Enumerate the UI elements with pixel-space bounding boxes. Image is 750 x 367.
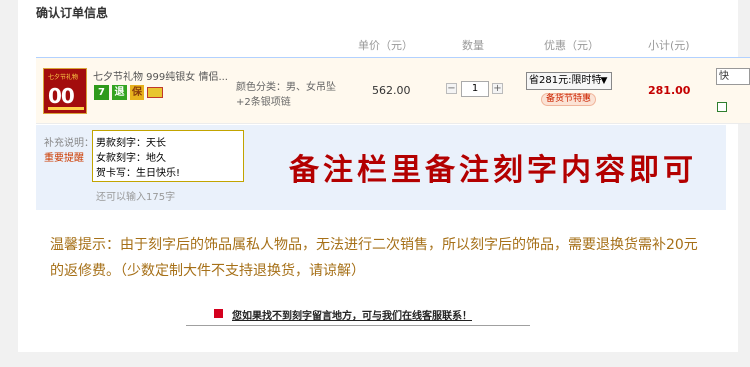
memo-line: 男款刻字：天长 bbox=[96, 138, 166, 149]
subtotal-value: 281.00 bbox=[648, 84, 691, 97]
order-item-row: 七夕节礼物 00 七夕节礼物 999纯银女 情侣... 7 退 保 颜色分类：男… bbox=[36, 58, 750, 124]
product-title-link[interactable]: 七夕节礼物 999纯银女 情侣... bbox=[93, 68, 233, 83]
spec-color: 颜色分类：男、女吊坠 bbox=[236, 82, 336, 93]
unit-price: 562.00 bbox=[372, 84, 411, 97]
memo-char-count: 还可以输入175字 bbox=[96, 192, 176, 203]
col-discount: 优惠（元） bbox=[544, 39, 599, 52]
seven-day-return-icon[interactable]: 7 bbox=[94, 85, 109, 100]
quantity-input[interactable]: 1 bbox=[461, 81, 489, 97]
option-checkbox[interactable] bbox=[717, 102, 727, 112]
warm-tip: 温馨提示：由于刻字后的饰品属私人物品，无法进行二次销售，所以刻字后的饰品，需要退… bbox=[50, 237, 698, 279]
col-quantity: 数量 bbox=[462, 39, 484, 52]
memo-important-hint[interactable]: 重要提醒 bbox=[44, 149, 84, 164]
thumb-stripe bbox=[48, 107, 84, 110]
col-unit-price: 单价（元） bbox=[358, 39, 413, 52]
quantity-plus-button[interactable]: + bbox=[492, 83, 503, 94]
contact-notice: 您如果找不到刻字留言地方，可与我们在线客服联系！ bbox=[186, 304, 530, 326]
product-thumbnail[interactable]: 七夕节礼物 00 bbox=[43, 68, 87, 114]
discount-select[interactable]: 省281元:限时特 ▼ bbox=[526, 72, 612, 90]
shipping-select[interactable]: 快 bbox=[716, 68, 750, 85]
discount-selected-value: 省281元:限时特 bbox=[529, 75, 602, 86]
coupon-icon[interactable] bbox=[147, 87, 163, 98]
memo-textarea[interactable]: 男款刻字：天长 女款刻字：地久 贺卡写：生日快乐! bbox=[92, 130, 244, 182]
order-confirm-page: 确认订单信息 单价（元） 数量 优惠（元） 小计(元) 七夕节礼物 00 七夕节… bbox=[0, 0, 750, 367]
spec-extra: +2条银项链 bbox=[236, 97, 291, 108]
thumb-text-main: 00 bbox=[48, 84, 75, 108]
thumb-text-top: 七夕节礼物 bbox=[48, 74, 79, 81]
memo-label: 补充说明： bbox=[44, 138, 94, 149]
refund-icon[interactable]: 退 bbox=[112, 85, 127, 100]
quantity-minus-button[interactable]: − bbox=[446, 83, 457, 94]
memo-line: 女款刻字：地久 bbox=[96, 153, 166, 164]
guarantee-icon[interactable]: 保 bbox=[130, 85, 144, 100]
memo-section: 补充说明： 重要提醒 男款刻字：天长 女款刻字：地久 贺卡写：生日快乐! 还可以… bbox=[36, 125, 726, 210]
section-title: 确认订单信息 bbox=[36, 6, 109, 20]
memo-callout-banner: 备注栏里备注刻字内容即可 bbox=[289, 153, 697, 188]
memo-line: 贺卡写：生日快乐! bbox=[96, 168, 181, 179]
square-bullet-icon bbox=[214, 309, 223, 318]
contact-notice-text[interactable]: 您如果找不到刻字留言地方，可与我们在线客服联系！ bbox=[232, 307, 472, 322]
chevron-down-icon[interactable]: ▼ bbox=[598, 74, 610, 88]
col-subtotal: 小计(元) bbox=[648, 39, 690, 52]
table-header: 单价（元） 数量 优惠（元） 小计(元) bbox=[36, 28, 750, 58]
promo-tag: 备货节特惠 bbox=[541, 93, 597, 106]
